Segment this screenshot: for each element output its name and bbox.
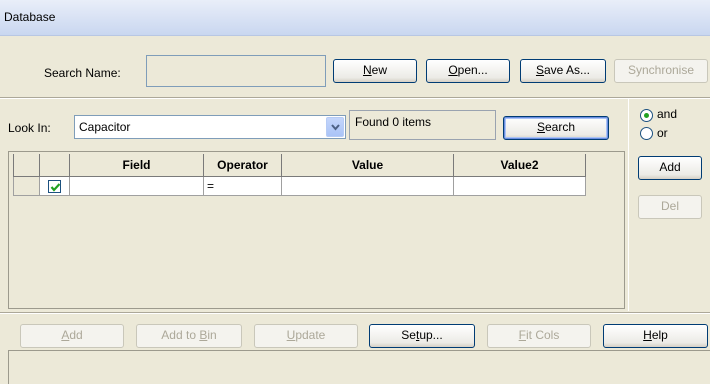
- and-radio-label: and: [657, 107, 678, 121]
- found-items-text: Found 0 items: [355, 115, 432, 129]
- row-enable-checkbox[interactable]: [48, 179, 61, 193]
- row-selector[interactable]: [13, 175, 40, 196]
- radio-selected-dot: [644, 113, 649, 118]
- save-as-button[interactable]: Save As...: [520, 59, 606, 83]
- results-area[interactable]: [8, 350, 710, 384]
- add-button[interactable]: Add: [20, 324, 124, 348]
- value2-cell[interactable]: [453, 175, 586, 196]
- new-button[interactable]: New: [333, 59, 417, 83]
- field-cell[interactable]: [69, 175, 204, 196]
- setup-button[interactable]: Setup...: [369, 324, 475, 348]
- look-in-combobox[interactable]: Capacitor: [74, 115, 346, 139]
- help-button[interactable]: Help: [603, 324, 708, 348]
- look-in-label: Look In:: [8, 121, 51, 135]
- found-items-status: Found 0 items: [349, 110, 496, 140]
- fit-cols-button[interactable]: Fit Cols: [487, 324, 591, 348]
- update-button[interactable]: Update: [254, 324, 358, 348]
- search-name-label: Search Name:: [44, 66, 121, 80]
- and-radio[interactable]: [640, 109, 653, 122]
- grid-header-row: Field Operator Value Value2: [13, 154, 586, 177]
- value2-column-header[interactable]: Value2: [453, 154, 586, 177]
- open-button[interactable]: Open...: [426, 59, 510, 83]
- add-to-bin-button[interactable]: Add to Bin: [136, 324, 242, 348]
- operator-cell[interactable]: =: [203, 175, 282, 196]
- logic-add-button[interactable]: Add: [638, 156, 702, 180]
- separator: [0, 97, 710, 99]
- chevron-down-icon[interactable]: [326, 117, 344, 137]
- or-radio-label: or: [657, 126, 668, 140]
- checkmark-icon: [50, 182, 61, 192]
- operator-column-header[interactable]: Operator: [203, 154, 282, 177]
- value-cell[interactable]: [281, 175, 454, 196]
- field-column-header[interactable]: Field: [69, 154, 204, 177]
- search-button[interactable]: Search: [503, 116, 609, 140]
- look-in-value: Capacitor: [79, 120, 131, 134]
- panel-title-bar: Database: [0, 0, 710, 36]
- criteria-grid[interactable]: Field Operator Value Value2 =: [8, 151, 625, 309]
- logic-del-button[interactable]: Del: [638, 195, 702, 219]
- table-row[interactable]: =: [13, 175, 586, 196]
- row-selector-header: [13, 154, 40, 177]
- or-radio[interactable]: [640, 127, 653, 140]
- synchronise-button[interactable]: Synchronise: [614, 59, 708, 83]
- criteria-table: Field Operator Value Value2 =: [13, 154, 586, 196]
- separator: [0, 312, 710, 314]
- panel-title: Database: [4, 10, 56, 24]
- row-enable-cell[interactable]: [39, 175, 70, 196]
- search-name-input[interactable]: [146, 55, 326, 87]
- panel-divider: [628, 98, 629, 311]
- check-column-header: [39, 154, 70, 177]
- value-column-header[interactable]: Value: [281, 154, 454, 177]
